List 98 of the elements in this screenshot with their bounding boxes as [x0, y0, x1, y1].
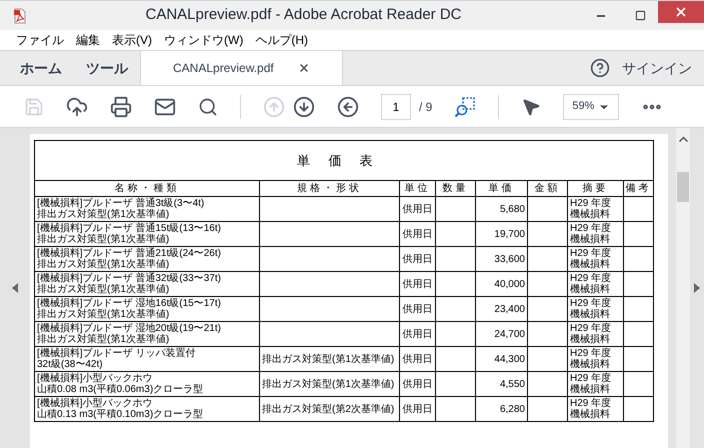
column-header: 備考: [624, 180, 654, 196]
cell-text-line: 排出ガス対策型(第1次基準値): [37, 209, 170, 220]
menu-item[interactable]: 表示(V): [112, 31, 152, 49]
cell-text-line: 排出ガス対策型(第1次基準値): [37, 334, 170, 345]
table-cell: 24,700: [476, 322, 528, 346]
table-cell: 23,400: [476, 296, 528, 322]
table-cell: 供用日: [400, 222, 436, 246]
column-header: 摘要: [568, 180, 624, 196]
menu-item[interactable]: ウィンドウ(W): [164, 31, 244, 49]
table-cell: 供用日: [400, 246, 436, 272]
next-page-icon[interactable]: [293, 96, 315, 118]
pointer-icon[interactable]: [521, 96, 542, 116]
cell-text-line: H29 年度: [570, 348, 612, 359]
table-cell: 33,600: [476, 246, 528, 272]
column-header: 規格・形状: [260, 180, 400, 196]
menu-item[interactable]: ヘルプ(H): [255, 31, 308, 49]
table-cell: 5,680: [476, 196, 528, 222]
maximize-icon[interactable]: [635, 10, 646, 21]
cell-text-line: 山積0.08 m3(平積0.06m3)クローラ型: [37, 384, 204, 395]
document-tab[interactable]: CANALpreview.pdf: [140, 51, 343, 85]
marquee-zoom-icon[interactable]: [454, 96, 476, 118]
cell-text-line: H29 年度: [570, 323, 612, 334]
cell-text-line: 排出ガス対策型(第1次基準値): [37, 284, 170, 295]
left-triangle-icon[interactable]: [12, 283, 18, 293]
search-icon[interactable]: [198, 96, 218, 116]
table-cell: 供用日: [400, 346, 436, 372]
cell-text-line: H29 年度: [570, 248, 612, 259]
column-header: 数量: [436, 180, 476, 196]
table-cell: 供用日: [400, 272, 436, 296]
menu-item[interactable]: ファイル: [16, 31, 64, 49]
back-icon[interactable]: [337, 96, 359, 118]
page-number-field[interactable]: 1: [381, 94, 411, 120]
cell-text-line: 排出ガス対策型(第1次基準値): [37, 309, 170, 320]
pdf-app-icon: [12, 8, 28, 24]
table-cell: 供用日: [400, 196, 436, 222]
scrollbar[interactable]: [676, 128, 690, 448]
table-cell: 供用日: [400, 372, 436, 396]
cell-text-line: 山積0.13 m3(平積0.10m3)クローラ型: [37, 409, 204, 420]
cell-text-line: [機械損料]ブルドーザ リッパ装置付: [37, 348, 196, 359]
window-title: CANALpreview.pdf - Adobe Acrobat Reader DC: [144, 5, 462, 26]
column-header: 金額: [528, 180, 568, 196]
cell-text-line: 機械損料: [570, 409, 610, 420]
column-header: 単価: [476, 180, 528, 196]
nav-tab[interactable]: ホーム: [8, 51, 74, 85]
table-cell: 4,550: [476, 372, 528, 396]
cell-text-line: 機械損料: [570, 209, 610, 220]
cell-text-line: [機械損料]ブルドーザ 湿地16t級(15〜17t): [37, 298, 221, 309]
close-button[interactable]: [658, 0, 704, 22]
cell-text-line: 機械損料: [570, 384, 610, 395]
cell-text-line: 機械損料: [570, 259, 610, 270]
up-chevron-icon[interactable]: [678, 136, 688, 142]
table-title: 単価表: [34, 140, 654, 180]
close-icon[interactable]: [298, 62, 310, 74]
cell-text-line: 排出ガス対策型(第1次基準値): [37, 259, 170, 270]
table-cell: 供用日: [400, 396, 436, 422]
cell-text-line: H29 年度: [570, 223, 612, 234]
scrollbar-thumb[interactable]: [677, 172, 689, 202]
cell-text-line: H29 年度: [570, 373, 612, 384]
table-cell: 44,300: [476, 346, 528, 372]
cell-text-line: 機械損料: [570, 234, 610, 245]
cell-text-line: 機械損料: [570, 334, 610, 345]
cell-text-line: [機械損料]小型バックホウ: [37, 398, 153, 409]
table-cell: 排出ガス対策型(第1次基準値): [260, 346, 400, 372]
zoom-dropdown[interactable]: 59%: [563, 94, 620, 120]
cell-text-line: 機械損料: [570, 309, 610, 320]
cell-text-line: 機械損料: [570, 284, 610, 295]
table-cell: 供用日: [400, 296, 436, 322]
tab-label: CANALpreview.pdf: [173, 60, 274, 77]
column-header: 単位: [400, 180, 436, 196]
table-cell: 6,280: [476, 396, 528, 422]
cell-text-line: [機械損料]小型バックホウ: [37, 373, 153, 384]
table-cell: 排出ガス対策型(第1次基準値): [260, 372, 400, 396]
right-triangle-icon[interactable]: [694, 283, 700, 293]
cell-text-line: [機械損料]ブルドーザ 湿地20t級(19〜21t): [37, 323, 221, 334]
cell-text-line: 排出ガス対策型(第1次基準値): [37, 234, 170, 245]
nav-tab[interactable]: ツール: [74, 51, 140, 85]
cell-text-line: [機械損料]ブルドーザ 普通3t級(3〜4t): [37, 198, 204, 209]
column-header: 名称・種類: [34, 180, 260, 196]
cell-text-line: [機械損料]ブルドーザ 普通21t級(24〜26t): [37, 248, 221, 259]
cell-text-line: 32t級(38〜42t): [37, 359, 103, 370]
table-cell: 排出ガス対策型(第2次基準値): [260, 396, 400, 422]
table-cell: 40,000: [476, 272, 528, 296]
menu-item[interactable]: 編集: [76, 31, 100, 49]
upload-icon[interactable]: [66, 96, 88, 118]
table-cell: 供用日: [400, 322, 436, 346]
cell-text-line: H29 年度: [570, 398, 612, 409]
cell-text-line: H29 年度: [570, 298, 612, 309]
page-total: / 9: [419, 98, 432, 116]
help-icon[interactable]: [590, 58, 610, 78]
cell-text-line: H29 年度: [570, 198, 612, 209]
cell-text-line: [機械損料]ブルドーザ 普通32t級(33〜37t): [37, 273, 221, 284]
cell-text-line: 機械損料: [570, 359, 610, 370]
table-cell: 19,700: [476, 222, 528, 246]
close-icon: [674, 4, 688, 18]
cell-text-line: [機械損料]ブルドーザ 普通15t級(13〜16t): [37, 223, 221, 234]
sign-in-button[interactable]: サインイン: [622, 58, 692, 78]
cell-text-line: H29 年度: [570, 273, 612, 284]
print-icon[interactable]: [110, 96, 132, 118]
